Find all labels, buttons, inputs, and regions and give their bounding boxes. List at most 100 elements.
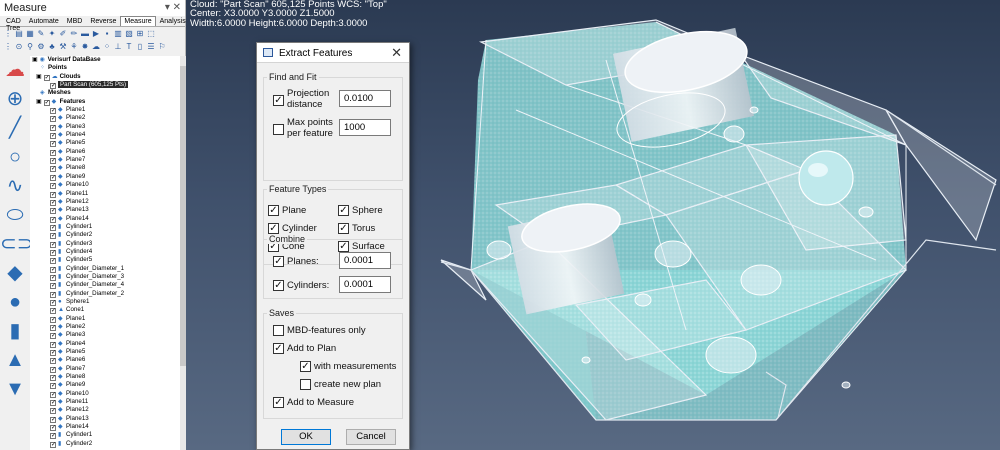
- feature-list-item[interactable]: ✓ ◆ Plane3: [30, 331, 180, 340]
- tree-points[interactable]: ⁘ Points: [30, 64, 180, 72]
- feature-list-item[interactable]: ✓ ▮ Cylinder2: [30, 440, 180, 448]
- ok-button[interactable]: OK: [281, 429, 331, 445]
- new-icon[interactable]: ▤: [14, 29, 24, 39]
- ellipse-feature-icon[interactable]: ⬭: [0, 201, 30, 230]
- feature-item-checkbox[interactable]: ✓: [50, 149, 56, 156]
- tab-reverse[interactable]: Reverse: [86, 16, 120, 26]
- align-icon[interactable]: ⚒: [58, 42, 68, 52]
- feature-list-item[interactable]: ✓ ◆ Plane11: [30, 190, 180, 198]
- feature-list-item[interactable]: ✓ ● Sphere1: [30, 298, 180, 306]
- projection-distance-input[interactable]: 0.0100: [339, 90, 391, 107]
- feature-item-checkbox[interactable]: ✓: [50, 124, 56, 131]
- cylinder-checkbox[interactable]: ✓: [268, 223, 279, 234]
- feature-item-checkbox[interactable]: ✓: [50, 308, 56, 315]
- feature-item-checkbox[interactable]: ✓: [50, 174, 56, 181]
- feature-list-item[interactable]: ✓ ◆ Plane8: [30, 164, 180, 173]
- max-points-input[interactable]: 1000: [339, 119, 391, 136]
- grid-icon[interactable]: ⋮: [3, 29, 13, 39]
- feature-list-item[interactable]: ✓ ▮ Cylinder4: [30, 248, 180, 256]
- gear-icon[interactable]: ⚙: [36, 42, 46, 52]
- feature-list-item[interactable]: ✓ ◆ Plane14: [30, 215, 180, 223]
- feature-list-item[interactable]: ✓ ▮ Cylinder_Diameter_1: [30, 265, 180, 273]
- brush-icon[interactable]: ✏: [69, 29, 79, 39]
- with-measurements-checkbox[interactable]: ✓: [300, 361, 311, 372]
- tree-features[interactable]: ▣ ✓ ◆ Features: [30, 98, 180, 106]
- feature-item-checkbox[interactable]: ✓: [50, 116, 56, 123]
- torus-feature-icon[interactable]: ▼: [0, 375, 30, 404]
- sphere-feature-icon[interactable]: ●: [0, 288, 30, 317]
- circle-feature-icon[interactable]: ○: [0, 143, 30, 172]
- feature-item-checkbox[interactable]: ✓: [50, 208, 56, 215]
- add-to-plan-checkbox[interactable]: ✓: [273, 343, 284, 354]
- feature-item-checkbox[interactable]: ✓: [50, 425, 56, 432]
- axis-icon[interactable]: ⊥: [113, 42, 123, 52]
- feature-item-checkbox[interactable]: ✓: [50, 316, 56, 323]
- feature-list-item[interactable]: ✓ ◆ Plane6: [30, 148, 180, 156]
- feature-list-item[interactable]: ✓ ◆ Plane9: [30, 173, 180, 181]
- feature-item-checkbox[interactable]: ✓: [50, 325, 56, 331]
- feature-item-checkbox[interactable]: ✓: [50, 191, 56, 198]
- points-icon[interactable]: ⁘: [102, 42, 112, 52]
- feature-list-item[interactable]: ✓ ◆ Plane6: [30, 356, 180, 365]
- pin-icon[interactable]: ▾ ✕: [165, 2, 181, 13]
- feature-list-item[interactable]: ✓ ▮ Cylinder_Diameter_4: [30, 281, 180, 290]
- max-points-checkbox[interactable]: [273, 124, 284, 135]
- cylinders-combine-checkbox[interactable]: ✓: [273, 280, 284, 291]
- plane-checkbox[interactable]: ✓: [268, 205, 279, 216]
- sphere-checkbox[interactable]: ✓: [338, 205, 349, 216]
- feature-item-checkbox[interactable]: ✓: [50, 441, 56, 448]
- target-icon[interactable]: ⊙: [14, 42, 24, 52]
- feature-list-item[interactable]: ✓ ◆ Plane2: [30, 323, 180, 331]
- report-icon[interactable]: ▥: [113, 29, 123, 39]
- tree-clouds[interactable]: ▣ ✓ ☁ Clouds: [30, 73, 180, 81]
- feature-item-checkbox[interactable]: ✓: [50, 158, 56, 165]
- feature-list-item[interactable]: ✓ ◆ Plane7: [30, 156, 180, 165]
- cloud-feature-icon[interactable]: ☁: [0, 56, 30, 85]
- feature-list-item[interactable]: ✓ ◆ Plane12: [30, 198, 180, 206]
- cloud-icon[interactable]: ☁: [91, 42, 101, 52]
- feature-item-checkbox[interactable]: ✓: [50, 133, 56, 140]
- feature-item-checkbox[interactable]: ✓: [50, 341, 56, 348]
- curve-feature-icon[interactable]: ∿: [0, 172, 30, 201]
- tab-mbd[interactable]: MBD: [63, 16, 87, 26]
- feature-item-checkbox[interactable]: ✓: [50, 408, 56, 415]
- feature-item-checkbox[interactable]: ✓: [50, 108, 56, 115]
- feature-item-checkbox[interactable]: ✓: [50, 224, 56, 231]
- features-checkbox[interactable]: ✓: [43, 99, 50, 106]
- feature-item-checkbox[interactable]: ✓: [50, 299, 56, 306]
- cloud-item-checkbox[interactable]: ✓: [50, 83, 56, 90]
- tab-measure[interactable]: Measure: [120, 16, 156, 26]
- feature-list-item[interactable]: ✓ ◆ Plane13: [30, 206, 180, 215]
- feature-item-checkbox[interactable]: ✓: [50, 383, 56, 390]
- cone-feature-icon[interactable]: ▲: [0, 346, 30, 375]
- probe-icon[interactable]: ✎: [36, 29, 46, 39]
- plane-feature-icon[interactable]: ◆: [0, 259, 30, 288]
- feature-list-item[interactable]: ✓ ▲ Cone1: [30, 306, 180, 315]
- add-to-measure-checkbox[interactable]: ✓: [273, 397, 284, 408]
- layers-icon[interactable]: ▬: [80, 29, 90, 39]
- list-icon[interactable]: ☰: [146, 42, 156, 52]
- feature-item-checkbox[interactable]: ✓: [50, 416, 56, 423]
- feature-item-checkbox[interactable]: ✓: [50, 366, 56, 373]
- feature-item-checkbox[interactable]: ✓: [50, 258, 56, 265]
- feature-item-checkbox[interactable]: ✓: [50, 166, 56, 173]
- feature-item-checkbox[interactable]: ✓: [50, 233, 56, 240]
- tab-cad-tree[interactable]: CAD Tree: [2, 16, 25, 32]
- feature-list-item[interactable]: ✓ ▮ Cylinder_Diameter_2: [30, 290, 180, 298]
- planes-tolerance-input[interactable]: 0.0001: [339, 252, 391, 269]
- feature-item-checkbox[interactable]: ✓: [50, 291, 56, 298]
- measure-icon[interactable]: ⊞: [135, 29, 145, 39]
- feature-list-item[interactable]: ✓ ◆ Plane3: [30, 123, 180, 131]
- feature-list-item[interactable]: ✓ ▮ Cylinder5: [30, 256, 180, 265]
- page-icon[interactable]: ▯: [135, 42, 145, 52]
- feature-item-checkbox[interactable]: ✓: [50, 199, 56, 206]
- tree-database[interactable]: ▣ ◉ Verisurf DataBase: [30, 56, 180, 64]
- doc-icon[interactable]: ▦: [25, 29, 35, 39]
- feature-list-item[interactable]: ✓ ◆ Plane1: [30, 315, 180, 323]
- create-new-plan-checkbox[interactable]: [300, 379, 311, 390]
- feature-item-checkbox[interactable]: ✓: [50, 433, 56, 440]
- tree-icon[interactable]: ⚲: [25, 42, 35, 52]
- clouds-checkbox[interactable]: ✓: [43, 74, 50, 81]
- wand-icon[interactable]: ✦: [47, 29, 57, 39]
- feature-item-checkbox[interactable]: ✓: [50, 216, 56, 223]
